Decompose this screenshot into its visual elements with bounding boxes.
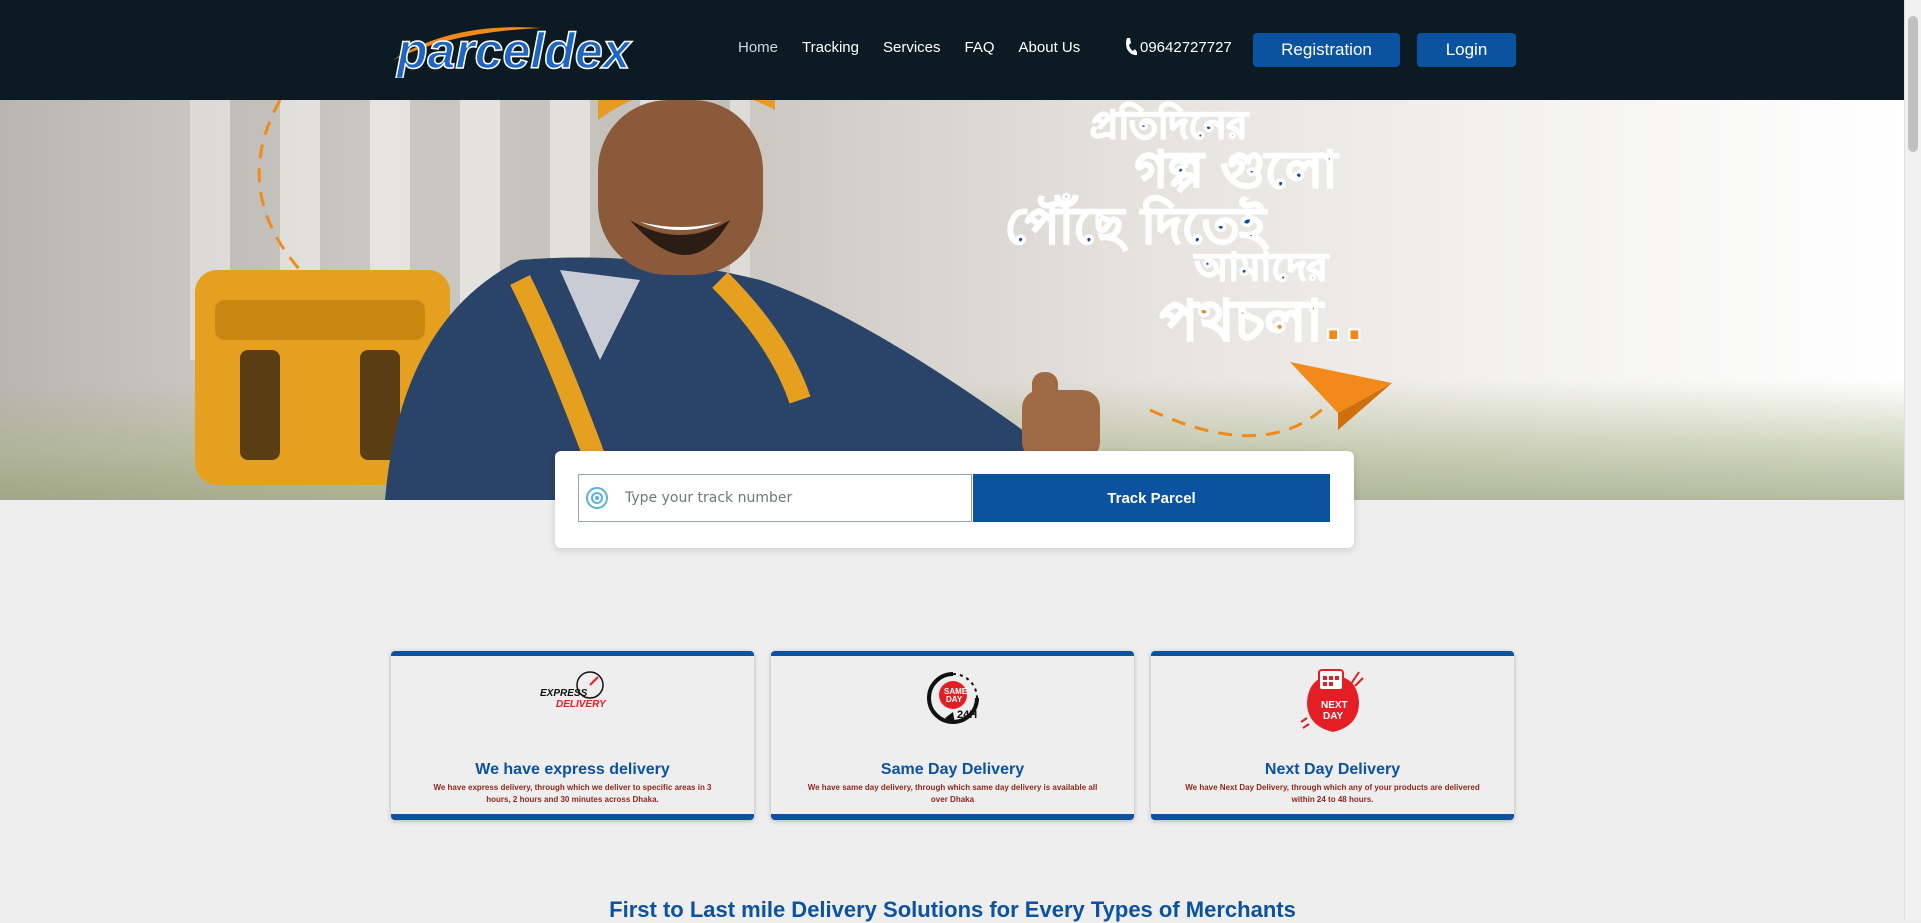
express-delivery-icon: EXPRESS DELIVERY <box>540 671 607 710</box>
paper-plane-icon <box>1290 362 1392 430</box>
svg-text:24H: 24H <box>957 709 977 721</box>
courier-person <box>385 100 1100 500</box>
hero-banner: প্রতিদিনের গল্প গুলো পৌঁছে দিতেই আমাদের … <box>0 100 1905 500</box>
section-heading: First to Last mile Delivery Solutions fo… <box>609 897 1296 922</box>
parceldex-logo[interactable]: parceldex <box>391 18 666 78</box>
phone-number: 09642727727 <box>1140 38 1232 56</box>
service-title: Same Day Delivery <box>880 761 1025 778</box>
svg-text:EXPRESS: EXPRESS <box>540 688 588 699</box>
service-title: We have express delivery <box>475 761 670 778</box>
nav-faq[interactable]: FAQ <box>965 38 995 58</box>
scrollbar-thumb[interactable] <box>1908 16 1918 152</box>
service-description: We have Next Day Delivery, through which… <box>1185 783 1480 804</box>
svg-text:NEXT: NEXT <box>1321 700 1348 711</box>
svg-text:DAY: DAY <box>1323 711 1344 722</box>
nav-about-us[interactable]: About Us <box>1019 38 1081 58</box>
slogan-line-5: পথচলা.. <box>1160 289 1365 354</box>
site-header: parceldex Home Tracking Services FAQ Abo… <box>0 0 1905 100</box>
next-day-calendar-icon: NEXT DAY <box>1299 669 1364 732</box>
service-title: Next Day Delivery <box>1264 761 1401 778</box>
track-number-input[interactable] <box>623 489 957 507</box>
same-day-24h-icon: SAME DAY 24H <box>926 672 979 724</box>
hero-slogan: প্রতিদিনের গল্প গুলো পৌঁছে দিতেই আমাদের … <box>1004 101 1366 355</box>
svg-text:DAY: DAY <box>946 695 963 704</box>
track-input-wrapper <box>578 474 972 522</box>
page-scrollbar[interactable] <box>1904 0 1921 920</box>
logo-text: parceldex <box>395 23 633 78</box>
target-icon <box>586 487 608 509</box>
nav-services[interactable]: Services <box>883 38 941 58</box>
service-card-same-day: SAME DAY 24H Same Day Delivery We have s… <box>771 651 1134 820</box>
main-nav: Home Tracking Services FAQ About Us <box>738 38 1104 58</box>
slogan-line-4: আমাদের <box>1193 245 1329 289</box>
registration-button[interactable]: Registration <box>1253 33 1400 67</box>
phone-icon <box>1126 38 1137 56</box>
service-card-next-day: NEXT DAY Next Day Delivery We have Next … <box>1151 651 1514 820</box>
service-card-express: EXPRESS DELIVERY We have express deliver… <box>391 651 754 820</box>
dashed-path-right <box>1149 389 1342 438</box>
hero-illustration: প্রতিদিনের গল্প গুলো পৌঁছে দিতেই আমাদের … <box>195 100 1392 500</box>
slogan-line-2: গল্প গুলো <box>1135 141 1339 199</box>
nav-home[interactable]: Home <box>738 38 778 58</box>
track-parcel-card: Track Parcel <box>555 451 1354 548</box>
svg-text:DELIVERY: DELIVERY <box>556 699 607 710</box>
track-parcel-button[interactable]: Track Parcel <box>973 474 1330 522</box>
dashed-path-left <box>257 100 302 271</box>
service-description: We have same day delivery, through which… <box>807 783 1098 804</box>
login-button[interactable]: Login <box>1417 33 1516 67</box>
nav-tracking[interactable]: Tracking <box>802 38 859 58</box>
service-description: We have express delivery, through which … <box>433 783 712 804</box>
phone-contact[interactable]: 09642727727 <box>1124 37 1232 57</box>
